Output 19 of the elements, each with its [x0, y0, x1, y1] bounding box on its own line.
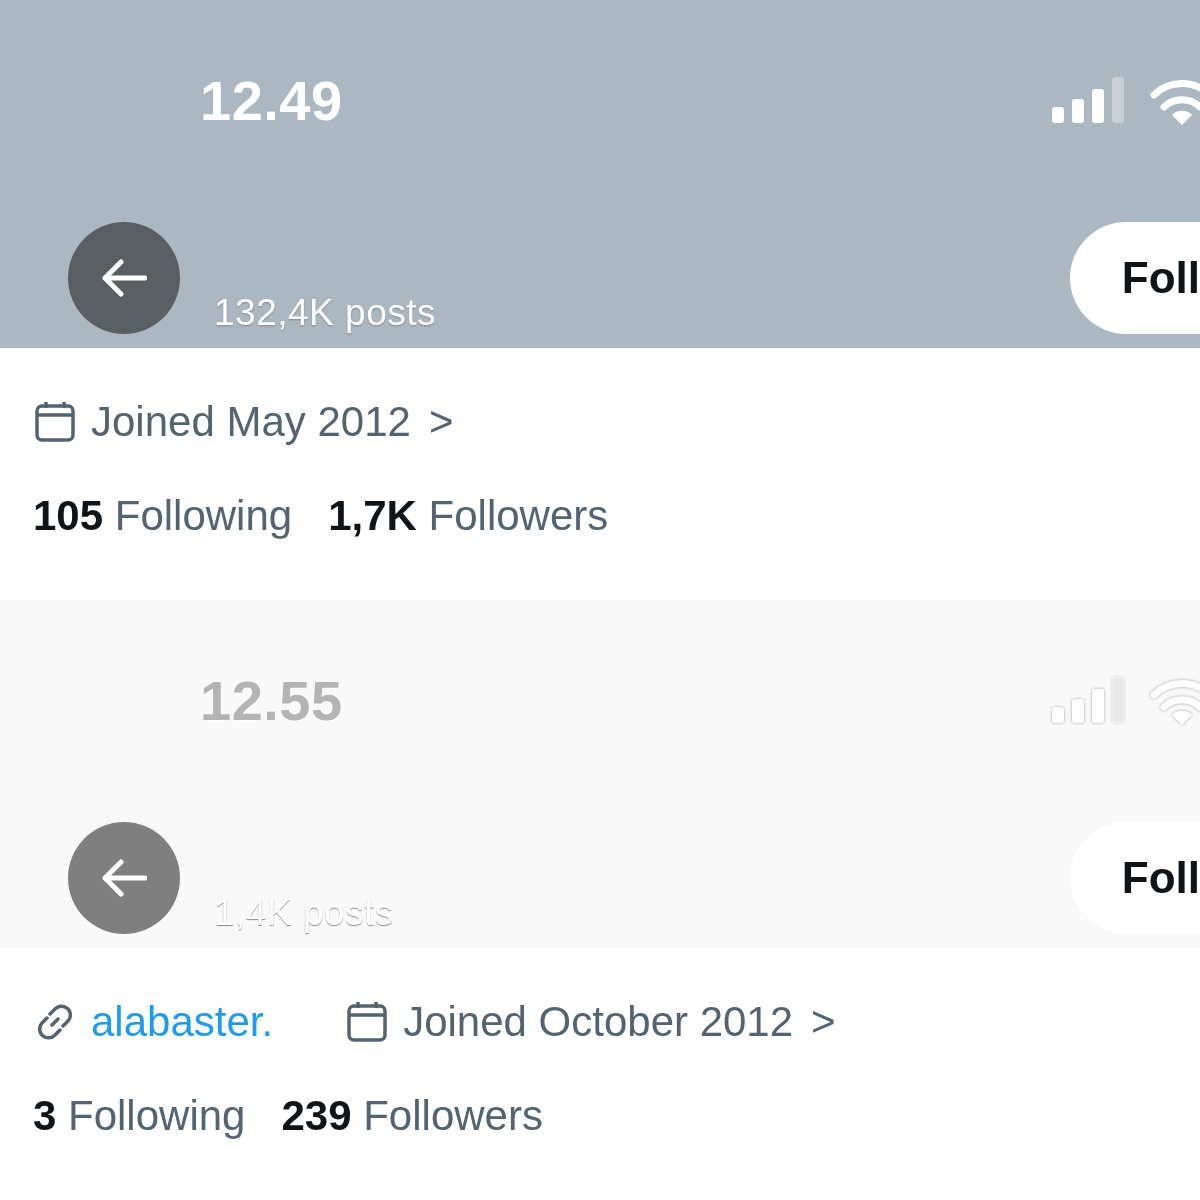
- calendar-icon: [345, 1000, 390, 1044]
- back-arrow-icon: [101, 858, 147, 898]
- chevron-icon[interactable]: >: [428, 398, 454, 446]
- follow-button[interactable]: Foll: [1069, 222, 1200, 334]
- calendar-icon: [33, 400, 77, 444]
- signal-icon: [1052, 77, 1124, 123]
- post-count: 1,4K posts: [214, 892, 394, 934]
- status-time: 12.49: [200, 67, 343, 133]
- join-date: Joined October 2012: [403, 998, 794, 1046]
- follow-stat[interactable]: 105 Following: [33, 492, 293, 540]
- follow-button[interactable]: Foll: [1069, 822, 1200, 934]
- follow-stat[interactable]: 3 Following: [33, 1092, 246, 1140]
- status-time: 12.55: [200, 667, 343, 733]
- follow-stat[interactable]: 239 Followers: [281, 1092, 543, 1140]
- chevron-icon[interactable]: >: [811, 998, 836, 1046]
- post-count: 132,4K posts: [214, 292, 436, 334]
- follow-stat[interactable]: 1,7K Followers: [328, 492, 609, 540]
- back-arrow-icon: [101, 258, 147, 298]
- join-date: Joined May 2012: [91, 398, 411, 446]
